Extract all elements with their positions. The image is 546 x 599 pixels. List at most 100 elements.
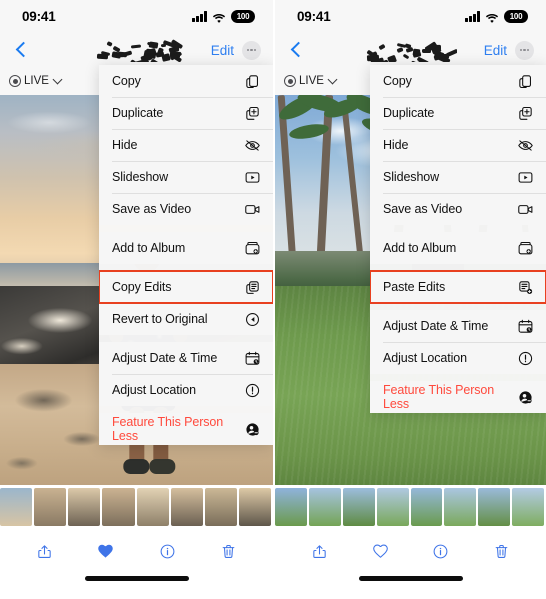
menu-item-label: Adjust Date & Time <box>383 319 489 333</box>
more-ellipsis-icon[interactable] <box>515 40 534 60</box>
bottom-toolbar <box>0 529 273 573</box>
status-indicators: 100 <box>465 10 528 23</box>
filmstrip-thumbnail[interactable] <box>238 488 271 526</box>
redacted-title <box>93 38 183 59</box>
heart-outline-icon <box>372 543 389 560</box>
cellular-signal-icon <box>465 11 480 22</box>
menu-item-copy[interactable]: Copy <box>99 65 273 97</box>
eye-slash-icon <box>244 137 261 154</box>
menu-item-label: Slideshow <box>383 170 440 184</box>
menu-item-label: Save as Video <box>383 202 463 216</box>
filmstrip-thumbnail[interactable] <box>68 488 101 526</box>
edit-button[interactable]: Edit <box>484 43 507 58</box>
filmstrip-thumbnail[interactable] <box>444 488 477 526</box>
filmstrip-thumbnail[interactable] <box>376 488 409 526</box>
battery-icon: 100 <box>504 10 528 23</box>
menu-item-paste-edits[interactable]: Paste Edits <box>370 270 546 304</box>
favorite-button[interactable] <box>92 537 120 565</box>
page-title <box>91 38 183 62</box>
filmstrip[interactable] <box>275 485 546 529</box>
menu-item-duplicate[interactable]: Duplicate <box>99 97 273 129</box>
info-icon <box>159 543 176 560</box>
nav-actions: Edit <box>211 40 261 60</box>
menu-item-label: Hide <box>383 138 409 152</box>
share-button[interactable] <box>305 537 333 565</box>
person-minus-icon <box>244 421 261 438</box>
share-icon <box>311 543 328 560</box>
menu-item-add-to-album[interactable]: Add to Album <box>99 232 273 264</box>
nav-bar: Edit <box>275 33 546 67</box>
paste-edits-icon <box>517 279 534 296</box>
filmstrip-thumbnail[interactable] <box>134 486 171 528</box>
delete-button[interactable] <box>488 537 516 565</box>
filmstrip-thumbnail[interactable] <box>308 488 341 526</box>
filmstrip-thumbnail[interactable] <box>512 488 544 526</box>
calendar-clock-icon <box>244 350 261 367</box>
trash-icon <box>493 543 510 560</box>
redacted-title-2 <box>93 50 183 62</box>
album-add-icon <box>517 240 534 257</box>
menu-item-slideshow[interactable]: Slideshow <box>370 161 546 193</box>
filmstrip-thumbnail[interactable] <box>342 488 375 526</box>
calendar-clock-icon <box>517 318 534 335</box>
filmstrip-thumbnail[interactable] <box>408 486 445 528</box>
menu-item-adjust-date-time[interactable]: Adjust Date & Time <box>99 342 273 374</box>
menu-item-label: Copy <box>112 74 141 88</box>
bottom-toolbar <box>275 529 546 573</box>
menu-item-copy[interactable]: Copy <box>370 65 546 97</box>
filmstrip-thumbnail[interactable] <box>170 488 203 526</box>
menu-item-label: Save as Video <box>112 202 192 216</box>
share-button[interactable] <box>31 537 59 565</box>
redacted-title <box>366 41 457 58</box>
menu-item-label: Adjust Location <box>112 383 196 397</box>
menu-item-save-as-video[interactable]: Save as Video <box>99 193 273 225</box>
more-ellipsis-icon[interactable] <box>242 40 261 60</box>
menu-item-feature-this-person-less[interactable]: Feature This Person Less <box>99 413 273 445</box>
menu-item-revert-to-original[interactable]: Revert to Original <box>99 303 273 335</box>
filmstrip-thumbnail[interactable] <box>204 488 237 526</box>
context-menu[interactable]: Copy Duplicate Hide Slideshow Save as Vi… <box>99 65 273 445</box>
trash-icon <box>220 543 237 560</box>
menu-item-label: Duplicate <box>383 106 435 120</box>
menu-item-adjust-location[interactable]: Adjust Location <box>99 374 273 406</box>
page-title <box>365 38 457 62</box>
menu-item-save-as-video[interactable]: Save as Video <box>370 193 546 225</box>
menu-item-label: Adjust Location <box>383 351 467 365</box>
menu-item-slideshow[interactable]: Slideshow <box>99 161 273 193</box>
menu-item-label: Hide <box>112 138 138 152</box>
menu-item-hide[interactable]: Hide <box>370 129 546 161</box>
back-chevron-icon[interactable] <box>12 40 32 60</box>
filmstrip[interactable] <box>0 485 273 529</box>
menu-item-copy-edits[interactable]: Copy Edits <box>99 270 273 304</box>
menu-item-duplicate[interactable]: Duplicate <box>370 97 546 129</box>
info-button[interactable] <box>427 537 455 565</box>
filmstrip-thumbnail[interactable] <box>102 488 135 526</box>
menu-item-add-to-album[interactable]: Add to Album <box>370 232 546 264</box>
filmstrip-thumbnail[interactable] <box>275 488 307 526</box>
menu-item-adjust-location[interactable]: Adjust Location <box>370 342 546 374</box>
copy-edits-icon <box>244 279 261 296</box>
menu-item-label: Revert to Original <box>112 312 208 326</box>
context-menu[interactable]: Copy Duplicate Hide Slideshow Save as Vi… <box>370 65 546 413</box>
filmstrip-thumbnail[interactable] <box>34 488 67 526</box>
menu-item-adjust-date-time[interactable]: Adjust Date & Time <box>370 310 546 342</box>
filmstrip-thumbnail[interactable] <box>478 488 511 526</box>
location-icon <box>517 350 534 367</box>
live-photo-toggle[interactable]: LIVE <box>9 74 63 87</box>
favorite-button[interactable] <box>366 537 394 565</box>
album-add-icon <box>244 240 261 257</box>
delete-button[interactable] <box>214 537 242 565</box>
edit-button[interactable]: Edit <box>211 43 234 58</box>
info-button[interactable] <box>153 537 181 565</box>
status-clock: 09:41 <box>297 9 331 24</box>
live-photo-toggle[interactable]: LIVE <box>284 74 338 87</box>
menu-item-label: Feature This Person Less <box>112 415 224 443</box>
menu-item-label: Feature This Person Less <box>383 383 495 411</box>
back-chevron-icon[interactable] <box>287 40 307 60</box>
duplicate-icon <box>244 105 261 122</box>
menu-item-label: Copy Edits <box>112 280 172 294</box>
menu-item-feature-this-person-less[interactable]: Feature This Person Less <box>370 381 546 413</box>
menu-item-hide[interactable]: Hide <box>99 129 273 161</box>
filmstrip-thumbnail[interactable] <box>0 488 33 526</box>
play-rectangle-icon <box>517 169 534 186</box>
